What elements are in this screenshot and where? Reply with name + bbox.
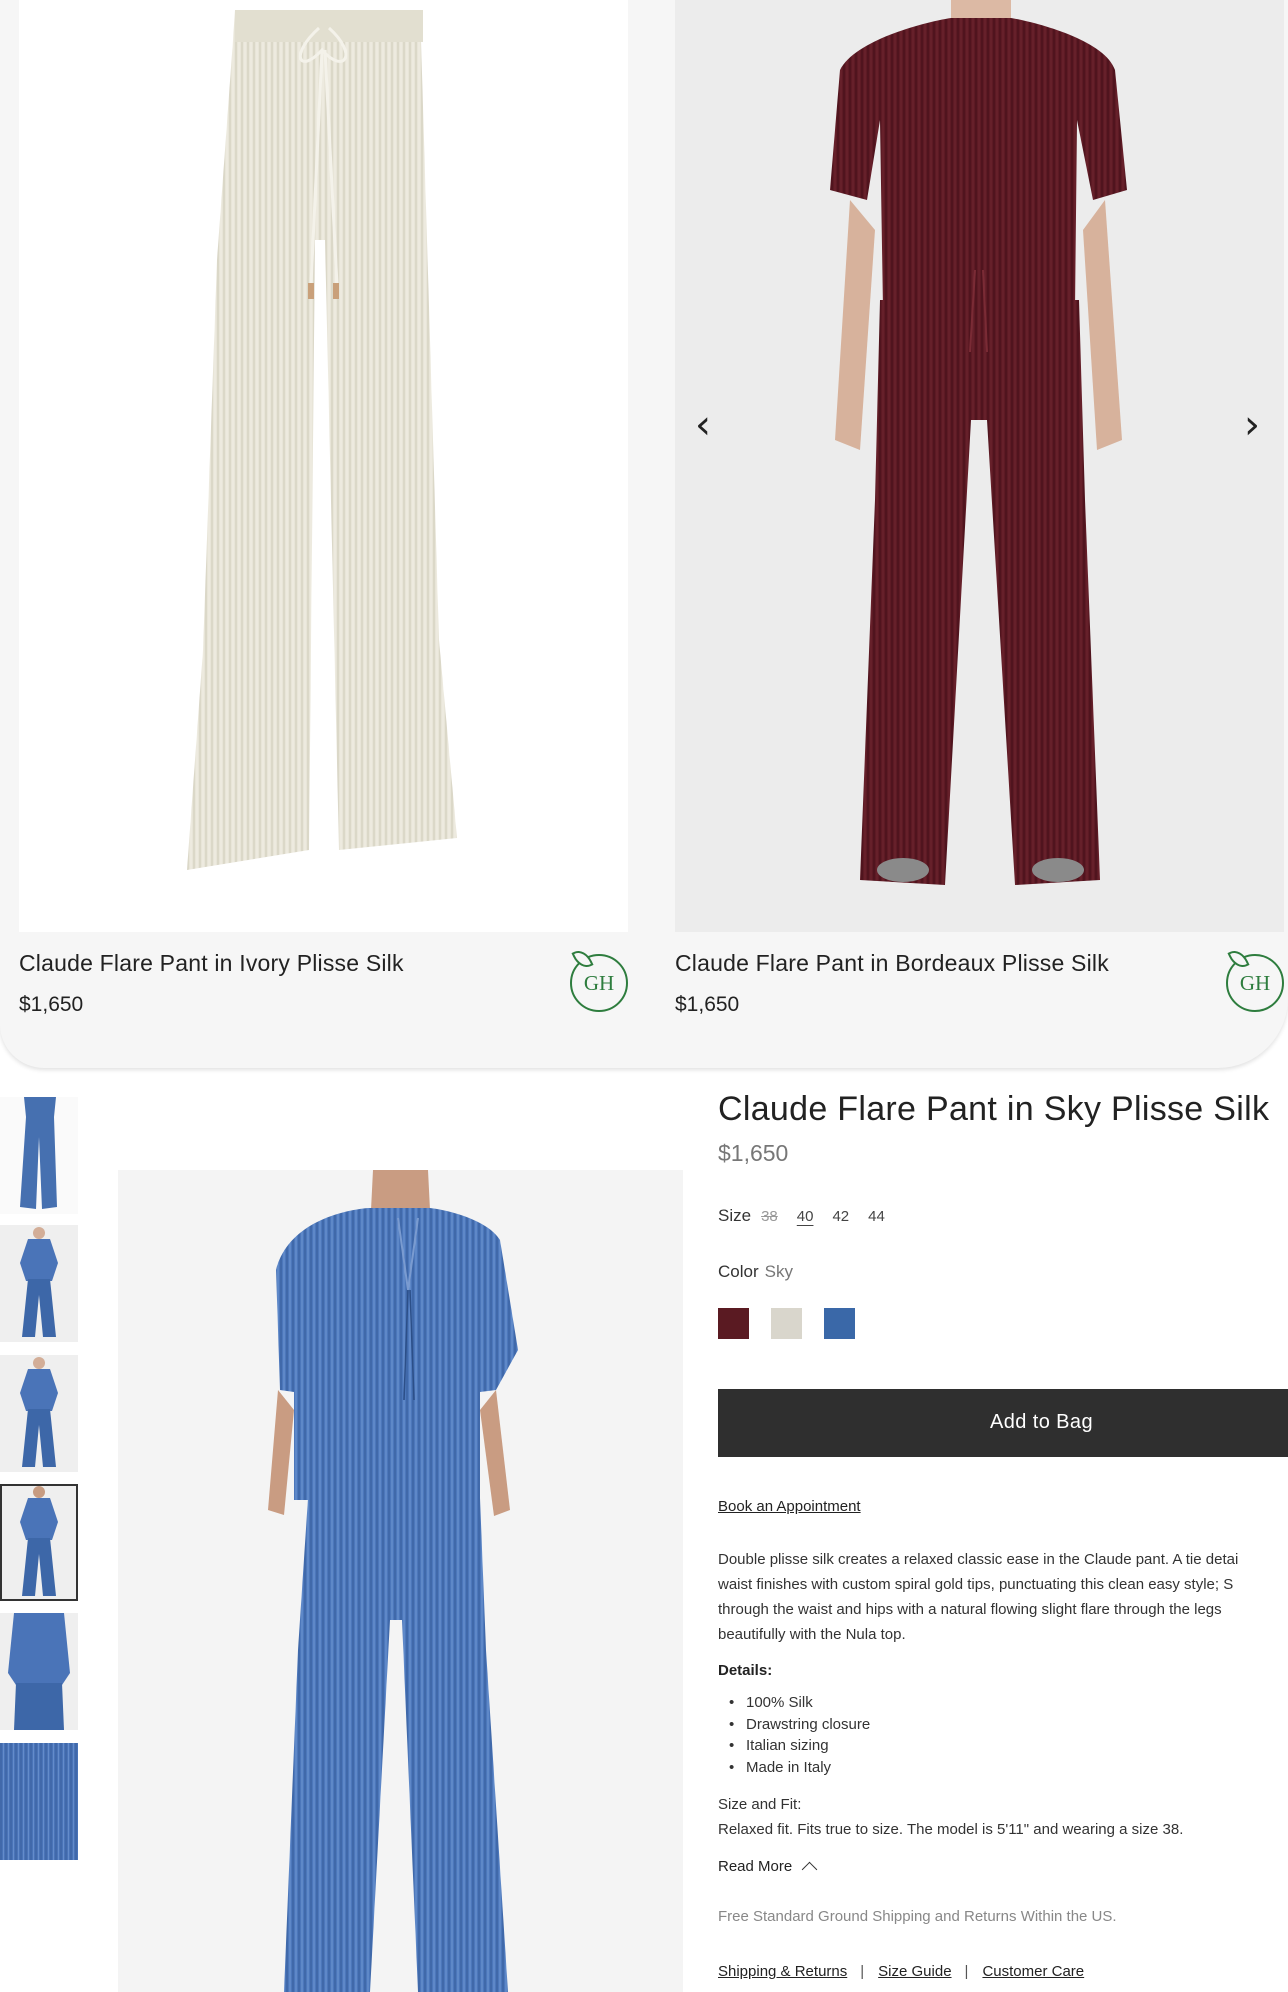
product-tile-ivory[interactable]: Claude Flare Pant in Ivory Plisse Silk $… [19,0,628,1016]
read-more-label: Read More [718,1858,793,1875]
product-description: Double plisse silk creates a relaxed cla… [718,1547,1288,1647]
carousel-next-icon[interactable]: › [1234,400,1270,450]
customer-care-link[interactable]: Customer Care [982,1963,1084,1980]
shipping-note: Free Standard Ground Shipping and Return… [718,1908,1117,1925]
color-swatches [718,1308,877,1339]
size-option-44[interactable]: 44 [868,1208,885,1225]
color-value: Sky [764,1262,793,1281]
thumbnail-1[interactable] [0,1097,78,1214]
carousel-prev-icon[interactable]: ‹ [685,400,721,450]
link-divider: | [964,1963,969,1980]
shipping-returns-link[interactable]: Shipping & Returns [718,1963,847,1980]
thumbnail-6-fabric[interactable] [0,1743,78,1860]
add-to-bag-button[interactable]: Add to Bag [718,1389,1288,1457]
description-line: beautifully with the Nula top. [718,1626,906,1643]
swatch-ivory[interactable] [771,1308,802,1339]
thumbnail-5[interactable] [0,1613,78,1730]
read-more-toggle[interactable]: Read More [718,1858,818,1878]
details-item: Made in Italy [718,1759,870,1781]
tile-price: $1,650 [19,993,84,1016]
product-title: Claude Flare Pant in Sky Plisse Silk [718,1090,1270,1128]
badge-text: GH [583,970,615,995]
tile-price: $1,650 [675,993,740,1016]
tile-name[interactable]: Claude Flare Pant in Bordeaux Plisse Sil… [675,950,1109,977]
details-list: 100% Silk Drawstring closure Italian siz… [718,1694,870,1780]
product-tile-bordeaux[interactable]: ‹ › Claude Flare Pant in Bordeaux Plisse… [675,0,1284,1016]
details-heading: Details: [718,1662,773,1679]
color-label-row: Color Sky [718,1262,793,1282]
related-products-card: Claude Flare Pant in Ivory Plisse Silk $… [0,0,1288,1068]
size-selector: Size 38 40 42 44 [718,1206,904,1226]
size-option-40[interactable]: 40 [797,1208,814,1225]
size-option-38[interactable]: 38 [761,1208,778,1225]
size-fit-text: Relaxed fit. Fits true to size. The mode… [718,1821,1184,1838]
description-line: Double plisse silk creates a relaxed cla… [718,1551,1239,1568]
footer-links: Shipping & Returns | Size Guide | Custom… [718,1963,1084,1980]
size-option-42[interactable]: 42 [832,1208,849,1225]
main-product-image[interactable] [118,1170,683,1992]
details-item: Drawstring closure [718,1716,870,1738]
swatch-bordeaux[interactable] [718,1308,749,1339]
gh-logo-icon: GH [1226,954,1284,1012]
product-price: $1,650 [718,1140,789,1166]
thumbnail-4-selected[interactable] [0,1484,78,1601]
description-line: through the waist and hips with a natura… [718,1601,1222,1618]
thumbnail-3[interactable] [0,1355,78,1472]
book-appointment-link[interactable]: Book an Appointment [718,1498,861,1515]
swatch-sky[interactable] [824,1308,855,1339]
thumbnail-2[interactable] [0,1225,78,1342]
add-to-bag-label: Add to Bag [990,1411,1093,1433]
color-label: Color [718,1262,759,1281]
size-guide-link[interactable]: Size Guide [878,1963,951,1980]
bordeaux-outfit-image[interactable]: ‹ › [675,0,1284,932]
badge-text: GH [1239,970,1271,995]
size-fit-heading: Size and Fit: [718,1796,802,1813]
ivory-pants-image[interactable] [19,0,628,932]
gh-logo-icon: GH [570,954,628,1012]
tile-name[interactable]: Claude Flare Pant in Ivory Plisse Silk [19,950,404,977]
size-label: Size [718,1206,752,1225]
details-item: 100% Silk [718,1694,870,1716]
description-line: waist finishes with custom spiral gold t… [718,1576,1234,1593]
chevron-up-icon [801,1861,818,1878]
link-divider: | [860,1963,865,1980]
details-item: Italian sizing [718,1737,870,1759]
